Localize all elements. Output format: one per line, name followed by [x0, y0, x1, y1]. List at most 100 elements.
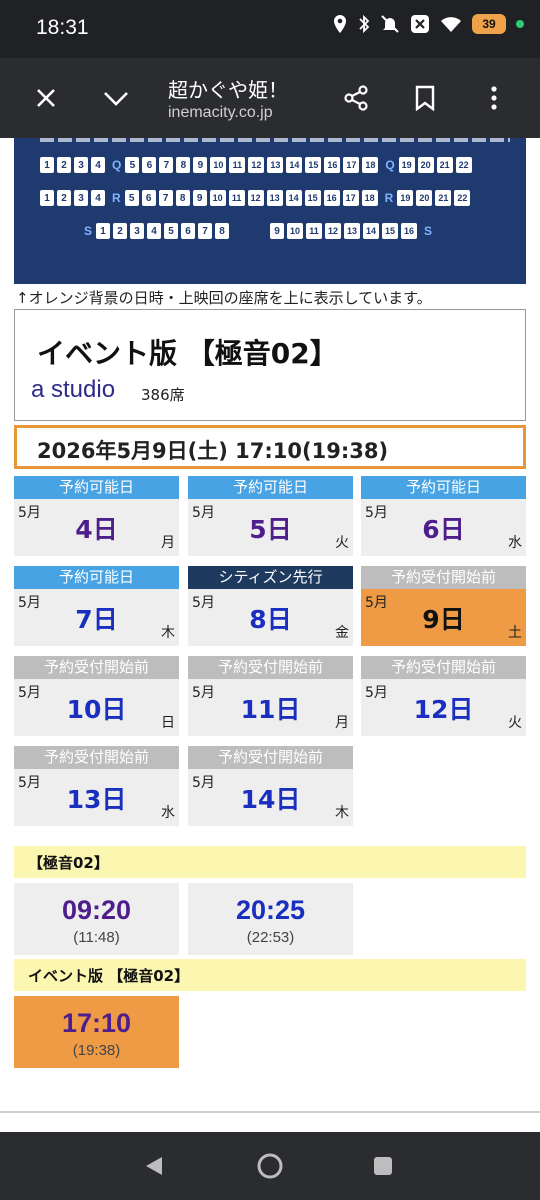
seat[interactable]: 2	[57, 190, 71, 206]
seat[interactable]: 13	[344, 223, 361, 239]
bookmark-button[interactable]	[405, 78, 445, 118]
seat[interactable]: 16	[324, 157, 341, 173]
seat[interactable]: 14	[286, 157, 303, 173]
day-card-6[interactable]: 予約可能日 5月 6日 水	[361, 476, 526, 556]
seat[interactable]: 10	[287, 223, 304, 239]
seat[interactable]: 12	[325, 223, 342, 239]
close-icon	[37, 89, 55, 107]
day-card-9-selected[interactable]: 予約受付開始前 5月 9日 土	[361, 566, 526, 646]
seat[interactable]: 10	[209, 190, 226, 206]
seat[interactable]: 19	[397, 190, 414, 206]
seat[interactable]: 14	[285, 190, 302, 206]
showtime-2025[interactable]: 20:25 (22:53)	[188, 883, 353, 955]
seat[interactable]: 5	[164, 223, 179, 239]
seat[interactable]: 10	[210, 157, 227, 173]
seat[interactable]: 6	[142, 157, 157, 173]
seat[interactable]: 13	[266, 190, 283, 206]
day-card-13[interactable]: 予約受付開始前 5月 13日 水	[14, 746, 179, 826]
notice-text: ↑オレンジ背景の日時・上映回の座席を上に表示しています。	[16, 289, 432, 307]
day-card-7[interactable]: 予約可能日 5月 7日 木	[14, 566, 179, 646]
recents-icon[interactable]	[372, 1155, 394, 1177]
collapse-button[interactable]	[96, 78, 136, 118]
seat[interactable]: 8	[175, 190, 190, 206]
home-icon[interactable]	[256, 1152, 284, 1180]
showtime-0920[interactable]: 09:20 (11:48)	[14, 883, 179, 955]
seat-row-q: 1 2 3 4 Q 5 6 7 8 9 10 11 12 13 14 15 16 17 18 Q 19 20 21 22	[40, 157, 475, 173]
seat[interactable]: 6	[181, 223, 196, 239]
day-card-5[interactable]: 予約可能日 5月 5日 火	[188, 476, 353, 556]
seat[interactable]: 16	[323, 190, 340, 206]
seat[interactable]: 20	[417, 157, 434, 173]
seat[interactable]: 19	[398, 157, 415, 173]
seat[interactable]: 14	[363, 223, 380, 239]
seat[interactable]: 4	[147, 223, 162, 239]
day-number: 6日	[422, 515, 465, 544]
seat[interactable]: 22	[455, 157, 472, 173]
seat[interactable]: 4	[91, 157, 105, 173]
seat[interactable]: 7	[158, 190, 173, 206]
day-weekday: 水	[161, 805, 175, 821]
day-number: 5日	[249, 515, 292, 544]
seat[interactable]: 11	[228, 190, 245, 206]
seat[interactable]: 9	[270, 223, 285, 239]
seat[interactable]: 2	[113, 223, 128, 239]
seat[interactable]: 1	[40, 157, 54, 173]
menu-button[interactable]	[474, 78, 514, 118]
seat[interactable]: 7	[159, 157, 174, 173]
seat[interactable]: 8	[176, 157, 191, 173]
seat[interactable]: 1	[40, 190, 54, 206]
selected-date: 2026年5月9日(土) 17:10(19:38)	[37, 439, 389, 463]
day-weekday: 木	[161, 625, 175, 641]
bluetooth-icon	[359, 14, 370, 34]
seat[interactable]: 18	[361, 190, 378, 206]
day-card-10[interactable]: 予約受付開始前 5月 10日 日	[14, 656, 179, 736]
share-button[interactable]	[336, 78, 376, 118]
day-status: 予約受付開始前	[361, 566, 526, 589]
seat[interactable]: 13	[267, 157, 284, 173]
day-status: 予約可能日	[14, 476, 179, 499]
seat[interactable]: 3	[74, 190, 88, 206]
seat[interactable]: 2	[57, 157, 71, 173]
seat[interactable]: 22	[454, 190, 471, 206]
location-icon	[334, 15, 346, 33]
day-status: 予約受付開始前	[361, 656, 526, 679]
close-button[interactable]	[26, 78, 66, 118]
showtime-1710-selected[interactable]: 17:10 (19:38)	[14, 996, 179, 1068]
seat[interactable]: 9	[193, 157, 208, 173]
day-card-4[interactable]: 予約可能日 5月 4日 月	[14, 476, 179, 556]
day-number: 11日	[240, 695, 301, 724]
seat[interactable]: 6	[141, 190, 156, 206]
seat[interactable]: 7	[198, 223, 213, 239]
day-card-12[interactable]: 予約受付開始前 5月 12日 火	[361, 656, 526, 736]
day-number: 13日	[66, 785, 127, 814]
seat[interactable]: 12	[247, 190, 264, 206]
seat[interactable]: 11	[306, 223, 323, 239]
seat[interactable]: 16	[401, 223, 418, 239]
bookmark-icon	[415, 85, 435, 111]
seat[interactable]: 8	[215, 223, 230, 239]
day-card-14[interactable]: 予約受付開始前 5月 14日 木	[188, 746, 353, 826]
row-label: Q	[112, 158, 122, 172]
seat[interactable]: 12	[248, 157, 265, 173]
day-card-11[interactable]: 予約受付開始前 5月 11日 月	[188, 656, 353, 736]
day-card-8[interactable]: シティズン先行 5月 8日 金	[188, 566, 353, 646]
seat[interactable]: 5	[125, 157, 140, 173]
seat[interactable]: 15	[305, 157, 322, 173]
back-icon[interactable]	[142, 1154, 166, 1178]
seat[interactable]: 11	[229, 157, 246, 173]
seat[interactable]: 5	[124, 190, 139, 206]
seat[interactable]: 15	[304, 190, 321, 206]
seat[interactable]: 17	[343, 157, 360, 173]
seat[interactable]: 17	[342, 190, 359, 206]
seat[interactable]: 20	[416, 190, 433, 206]
seat[interactable]: 18	[362, 157, 379, 173]
seat[interactable]: 3	[130, 223, 145, 239]
seat[interactable]: 21	[436, 157, 453, 173]
showtime-group-label: 【極音02】	[28, 854, 109, 872]
seat[interactable]: 1	[96, 223, 111, 239]
seat[interactable]: 4	[91, 190, 105, 206]
seat[interactable]: 9	[192, 190, 207, 206]
seat[interactable]: 15	[382, 223, 399, 239]
seat[interactable]: 21	[435, 190, 452, 206]
seat[interactable]: 3	[74, 157, 88, 173]
